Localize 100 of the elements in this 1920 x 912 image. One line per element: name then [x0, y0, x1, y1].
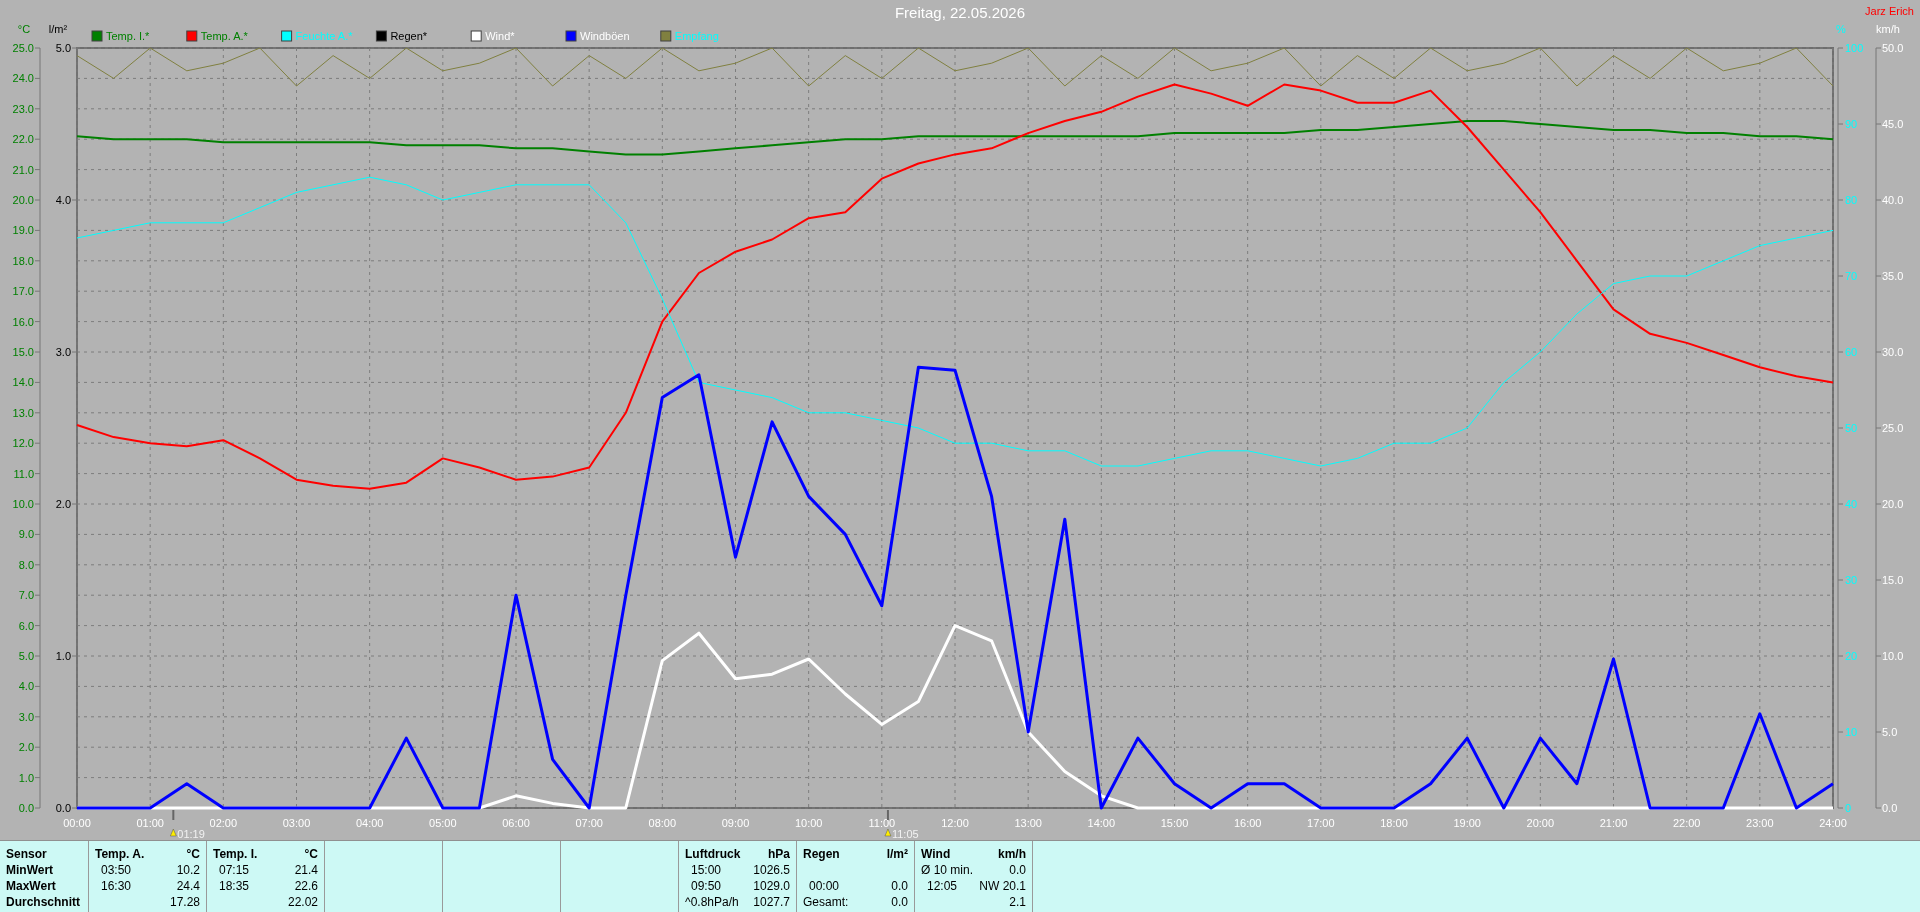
value-cell: 2.1 [1009, 895, 1026, 909]
axis-tick-label: 6.0 [18, 619, 34, 632]
time-cell-text: 15:00 [690, 863, 722, 877]
axis-tick-label: 90 [1845, 118, 1858, 130]
time-cell: Gesamt: [803, 895, 849, 909]
time-axis-label: 20:00 [1526, 817, 1555, 829]
axis-unit-label: l/m² [48, 23, 68, 35]
legend-label: Feuchte A.* [295, 30, 353, 42]
axis-tick-label: 1.0 [18, 771, 34, 784]
column-header: Temp. I. [213, 847, 258, 861]
time-cell: ^0.8hPa/h [685, 895, 739, 909]
axis-tick-label: 5.0 [18, 650, 34, 662]
time-axis-label: 06:00 [502, 817, 530, 829]
triangle-marker-icon [884, 828, 892, 837]
axis-tick-label: 30.0 [1882, 346, 1904, 358]
time-axis-label: 15:00 [1160, 817, 1189, 829]
unit-header: hPa [768, 847, 790, 861]
author-name: Jarz Erich [1865, 5, 1914, 17]
unit-header: °C [186, 847, 200, 861]
axis-tick-label: 15.0 [1882, 574, 1904, 586]
marker-label: 11:05 [891, 828, 919, 840]
time-axis-label: 24:00 [1819, 817, 1847, 829]
time-cell-text: 12:05 [926, 879, 958, 893]
axis-tick-label: 11.0 [13, 467, 34, 480]
value-cell: NW 20.1 [979, 879, 1026, 893]
axis-tick-label: 80 [1845, 194, 1858, 206]
axis-tick-label: 35.0 [1882, 270, 1904, 282]
axis-tick-label: 21.0 [12, 163, 34, 176]
axis-tick-label: 2.0 [55, 498, 71, 510]
time-axis-label: 21:00 [1599, 817, 1628, 829]
axis-unit-label: °C [17, 23, 31, 35]
legend-label: Temp. A.* [200, 30, 248, 42]
axis-unit-label: % [1836, 23, 1846, 35]
time-axis-label: 13:00 [1014, 817, 1042, 829]
time-cell-text: 18:35 [218, 879, 250, 893]
time-axis-label: 03:00 [282, 817, 311, 829]
axis-tick-label: 13.0 [12, 406, 34, 419]
legend-label: Windböen [580, 30, 630, 42]
axis-tick-label: 8.0 [18, 558, 34, 571]
axis-tick-label: 4.0 [18, 680, 34, 693]
value-cell: 0.0 [891, 879, 908, 893]
marker-label: 01:19 [177, 828, 205, 840]
legend-label: Wind* [485, 30, 515, 42]
row-label: MinWert [6, 863, 54, 877]
axis-tick-label: 24.0 [12, 72, 34, 85]
time-cell: Ø 10 min. [921, 863, 974, 877]
chart-title: Freitag, 22.05.2026 [894, 4, 1026, 21]
axis-tick-label: 40 [1845, 498, 1858, 510]
axis-tick-label: 9.0 [18, 528, 34, 541]
time-axis-label: 07:00 [575, 817, 603, 829]
axis-tick-label: 25.0 [1882, 422, 1904, 434]
axis-tick-label: 100 [1845, 42, 1864, 54]
axis-tick-label: 5.0 [1882, 726, 1898, 738]
time-cell-text: 07:15 [218, 863, 250, 877]
legend-label: Temp. I.* [106, 30, 150, 42]
axis-tick-label: 4.0 [55, 194, 71, 206]
time-cell-text: 09:50 [690, 879, 722, 893]
axis-tick-label: 7.0 [18, 589, 34, 602]
value-cell: 22.6 [294, 879, 318, 893]
axis-tick-label: 30 [1845, 574, 1858, 586]
time-cell-text: 00:00 [808, 879, 840, 893]
time-cell-text: 16:30 [100, 879, 132, 893]
axis-tick-label: 2.0 [18, 741, 34, 754]
time-axis-label: 17:00 [1307, 817, 1335, 829]
axis-tick-label: 14.0 [12, 376, 34, 389]
axis-tick-label: 20.0 [12, 194, 34, 206]
legend-label: Empfang [674, 30, 719, 42]
axis-tick-label: 0.0 [55, 802, 71, 814]
unit-header: °C [304, 847, 318, 861]
axis-tick-label: 10 [1845, 726, 1858, 738]
axis-tick-label: 20 [1845, 650, 1858, 662]
column-header: Luftdruck [685, 847, 741, 861]
time-axis-label: 02:00 [209, 817, 238, 829]
axis-tick-label: 10.0 [12, 498, 34, 510]
axis-tick-label: 45.0 [1882, 118, 1904, 130]
axis-tick-label: 23.0 [12, 102, 34, 115]
time-cell-text: 03:50 [100, 863, 132, 877]
time-axis-label: 05:00 [429, 817, 457, 829]
axis-tick-label: 17.0 [12, 285, 34, 298]
axis-tick-label: 60 [1845, 346, 1858, 358]
value-cell: 21.4 [294, 863, 318, 877]
time-axis-label: 01:00 [136, 817, 164, 829]
axis-tick-label: 19.0 [12, 224, 34, 237]
time-axis-label: 16:00 [1233, 817, 1262, 829]
legend-label: Regen* [390, 30, 428, 42]
value-cell: 1026.5 [753, 863, 790, 877]
time-axis-label: 14:00 [1087, 817, 1116, 829]
row-label: MaxWert [6, 879, 56, 893]
value-cell: 1027.7 [753, 895, 790, 909]
row-label: Durchschnitt [6, 895, 80, 909]
time-axis-label: 09:00 [721, 817, 750, 829]
column-header: Wind [921, 847, 951, 861]
time-axis-label: 08:00 [648, 817, 677, 829]
axis-tick-label: 22.0 [12, 133, 34, 146]
time-axis-label: 19:00 [1453, 817, 1481, 829]
axis-tick-label: 3.0 [55, 346, 71, 358]
time-axis-label: 12:00 [941, 817, 969, 829]
axis-tick-label: 1.0 [55, 650, 71, 662]
value-cell: 1029.0 [753, 879, 790, 893]
axis-tick-label: 16.0 [12, 315, 34, 328]
